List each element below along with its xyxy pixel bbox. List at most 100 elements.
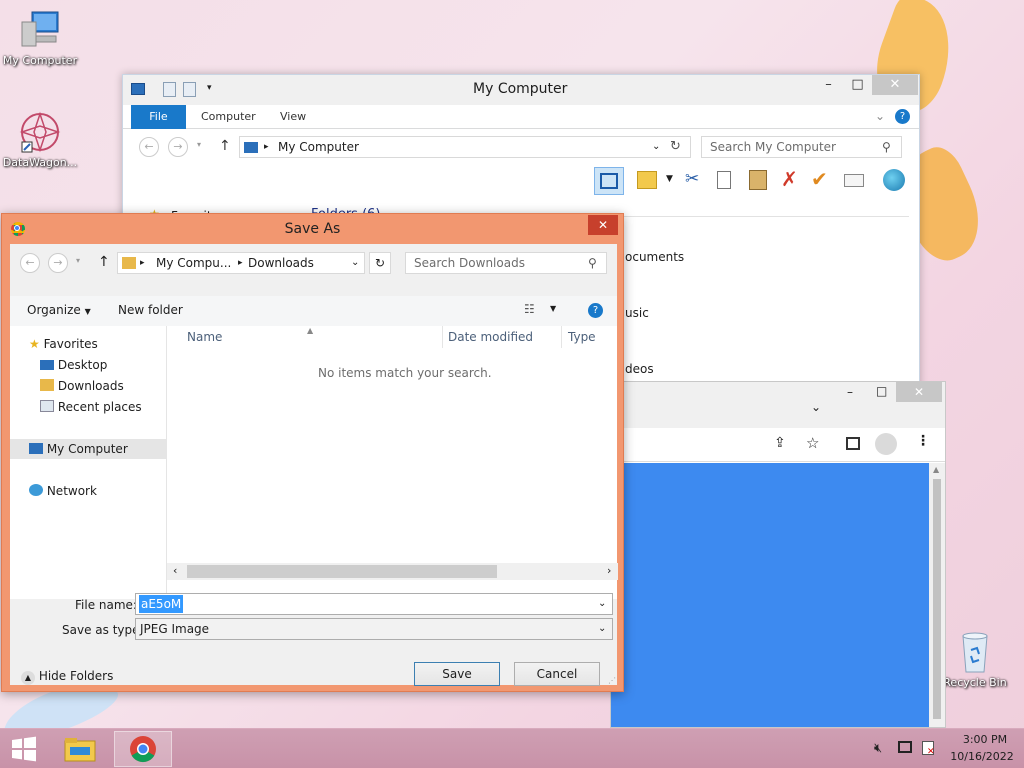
profile-avatar-icon[interactable] xyxy=(875,433,897,455)
rename-icon[interactable] xyxy=(844,174,864,187)
delete-icon[interactable]: ✗ xyxy=(781,167,798,191)
forward-button[interactable]: → xyxy=(168,137,188,157)
maximize-button[interactable]: □ xyxy=(876,384,887,398)
search-icon[interactable]: ⚲ xyxy=(882,137,891,157)
column-header-name[interactable]: Name xyxy=(187,326,222,348)
chrome-window[interactable]: ⌄ – □ ✕ ⇪ ☆ ⋮ ▲ xyxy=(610,381,946,728)
cancel-button[interactable]: Cancel xyxy=(514,662,600,686)
network-globe-icon[interactable] xyxy=(883,169,905,191)
explorer-search-box[interactable]: Search My Computer ⚲ xyxy=(701,136,902,158)
tab-search-icon[interactable]: ⌄ xyxy=(811,400,821,414)
refresh-button[interactable]: ↻ xyxy=(369,252,391,274)
close-button[interactable]: ✕ xyxy=(872,75,918,95)
tab-computer[interactable]: Computer xyxy=(189,105,268,129)
organize-button[interactable]: Organize ▼ xyxy=(27,303,91,317)
clock-time[interactable]: 3:00 PM xyxy=(955,733,1015,746)
action-center-icon[interactable]: ✕ xyxy=(922,741,935,757)
share-icon[interactable]: ⇪ xyxy=(774,435,786,451)
bookmark-star-icon[interactable]: ☆ xyxy=(806,434,819,452)
explorer-titlebar[interactable]: ▾ My Computer – □ ✕ xyxy=(123,75,919,105)
tab-file[interactable]: File xyxy=(131,105,186,129)
checkmark-icon[interactable]: ✔ xyxy=(811,167,828,191)
dialog-search-box[interactable]: Search Downloads ⚲ xyxy=(405,252,607,274)
dialog-address-bar[interactable]: ▸ My Compu... ▸ Downloads ⌄ xyxy=(117,252,365,274)
recent-locations-icon[interactable]: ▾ xyxy=(197,140,201,149)
save-type-select[interactable]: JPEG Image ⌄ xyxy=(135,618,613,640)
tab-view[interactable]: View xyxy=(268,105,318,129)
nav-item-desktop[interactable]: Desktop xyxy=(40,355,107,375)
help-icon[interactable]: ? xyxy=(895,109,910,124)
copy-icon[interactable] xyxy=(717,171,731,189)
up-arrow-icon[interactable]: ↑ xyxy=(98,254,110,270)
file-list[interactable]: ▲ Name Date modified Type No items match… xyxy=(166,326,618,599)
paste-icon[interactable] xyxy=(749,170,767,190)
folder-item-music[interactable]: usic xyxy=(625,306,649,320)
breadcrumb-my-computer[interactable]: My Compu... xyxy=(156,253,231,273)
chevron-down-icon[interactable]: ⌄ xyxy=(875,109,885,123)
maximize-button[interactable]: □ xyxy=(843,75,872,95)
view-options-icon[interactable]: ☷ xyxy=(524,302,535,316)
chrome-scrollbar[interactable]: ▲ xyxy=(929,463,945,727)
nav-item-favorites[interactable]: ★ Favorites xyxy=(29,334,98,354)
desktop-icon-datawagon[interactable]: DataWagon... xyxy=(0,110,80,169)
chevron-down-icon[interactable]: ▼ xyxy=(550,304,556,313)
up-arrow-icon[interactable]: ↑ xyxy=(219,138,231,154)
new-folder-button[interactable]: New folder xyxy=(118,303,183,317)
file-name-input[interactable]: aE5oM ⌄ xyxy=(135,593,613,615)
start-button[interactable] xyxy=(0,731,48,767)
preview-pane-button[interactable] xyxy=(594,167,624,195)
menu-kebab-icon[interactable]: ⋮ xyxy=(916,433,930,449)
clock-date[interactable]: 10/16/2022 xyxy=(947,750,1017,763)
taskbar-file-explorer[interactable] xyxy=(58,731,102,767)
save-button[interactable]: Save xyxy=(414,662,500,686)
help-icon[interactable]: ? xyxy=(588,303,603,318)
column-header-type[interactable]: Type xyxy=(568,326,596,348)
back-button[interactable]: ← xyxy=(139,137,159,157)
scroll-left-arrow[interactable]: ‹ xyxy=(173,564,177,577)
close-button[interactable]: ✕ xyxy=(588,215,618,235)
desktop-icon-recycle-bin[interactable]: Recycle Bin xyxy=(935,630,1015,689)
refresh-icon[interactable]: ↻ xyxy=(670,137,681,157)
cut-icon[interactable]: ✂ xyxy=(685,169,699,189)
folder-item-videos[interactable]: deos xyxy=(625,362,654,376)
back-button[interactable]: ← xyxy=(20,253,40,273)
folder-item-documents[interactable]: ocuments xyxy=(625,250,684,264)
breadcrumb-downloads[interactable]: Downloads xyxy=(248,253,314,273)
forward-button[interactable]: → xyxy=(48,253,68,273)
column-header-date-modified[interactable]: Date modified xyxy=(448,326,533,348)
recent-locations-icon[interactable]: ▾ xyxy=(76,256,80,265)
chevron-down-icon[interactable]: ⌄ xyxy=(351,253,359,273)
customize-toolbar-icon[interactable]: ▾ xyxy=(207,83,212,93)
properties-icon[interactable] xyxy=(163,82,176,97)
chevron-down-icon[interactable]: ⌄ xyxy=(598,594,606,614)
volume-muted-icon[interactable]: 🔇︎ xyxy=(874,741,882,756)
chrome-page-content[interactable] xyxy=(611,463,929,727)
nav-item-my-computer[interactable]: My Computer xyxy=(10,439,166,459)
scroll-thumb[interactable] xyxy=(933,479,941,719)
minimize-button[interactable]: – xyxy=(847,385,853,399)
minimize-button[interactable]: – xyxy=(814,75,843,95)
chevron-down-icon[interactable]: ⌄ xyxy=(652,137,660,157)
desktop-icon-my-computer[interactable]: My Computer xyxy=(0,8,80,67)
network-status-icon[interactable] xyxy=(898,741,912,753)
explorer-address-bar[interactable]: ▸ My Computer ⌄ ↻ xyxy=(239,136,691,158)
nav-item-recent-places[interactable]: Recent places xyxy=(40,397,142,417)
close-button[interactable]: ✕ xyxy=(896,382,942,402)
chevron-down-icon[interactable]: ▼ xyxy=(666,174,673,184)
taskbar-chrome[interactable] xyxy=(114,731,172,767)
nav-item-network[interactable]: Network xyxy=(29,481,97,501)
resize-grip[interactable]: ⋰ xyxy=(608,676,616,685)
scroll-right-arrow[interactable]: › xyxy=(607,564,611,577)
chrome-titlebar[interactable]: ⌄ – □ ✕ xyxy=(611,382,945,428)
scroll-thumb[interactable] xyxy=(187,565,497,578)
folder-options-icon[interactable] xyxy=(637,171,657,189)
horizontal-scrollbar[interactable]: ‹ › xyxy=(167,563,618,580)
side-panel-icon[interactable] xyxy=(846,437,860,450)
hide-folders-button[interactable]: ▲ Hide Folders xyxy=(21,669,113,685)
save-as-dialog[interactable]: Save As ✕ ← → ▾ ↑ ▸ My Compu... ▸ Downlo… xyxy=(1,213,624,692)
chevron-down-icon[interactable]: ⌄ xyxy=(598,619,606,639)
new-folder-icon[interactable] xyxy=(183,82,196,97)
search-icon[interactable]: ⚲ xyxy=(588,253,597,273)
scroll-up-arrow[interactable]: ▲ xyxy=(933,465,939,474)
nav-item-downloads[interactable]: Downloads xyxy=(40,376,124,396)
